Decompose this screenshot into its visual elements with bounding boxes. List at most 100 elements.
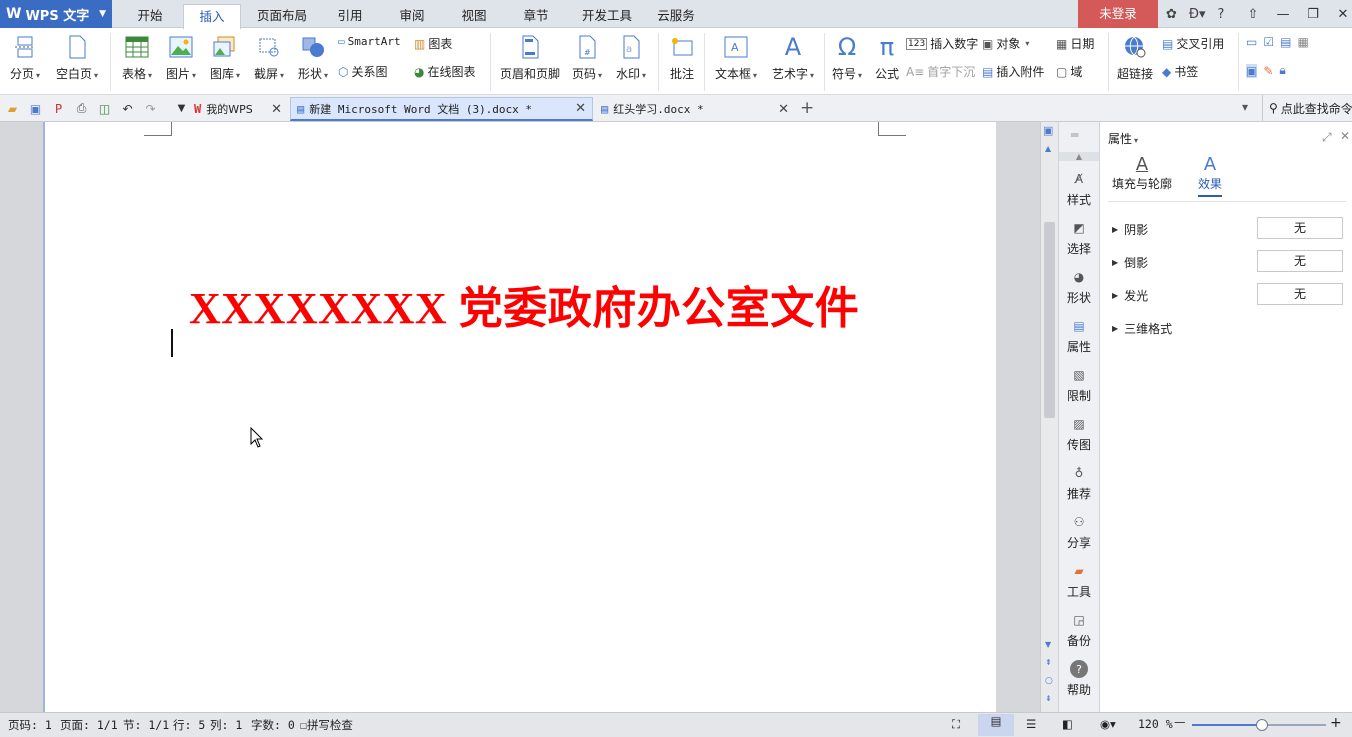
shadow-select[interactable]: 无: [1257, 217, 1343, 239]
sidebar-item-style[interactable]: A̸ 样式: [1059, 170, 1099, 208]
status-section[interactable]: 节: 1/1: [123, 717, 169, 733]
tab-insert[interactable]: 插入: [183, 4, 241, 29]
status-page-code[interactable]: 页码: 1: [8, 717, 52, 733]
spell-check-toggle[interactable]: ☐拼写检查: [300, 717, 353, 733]
tab-document-1[interactable]: ▤ 新建 Microsoft Word 文档 (3).docx * ✕: [290, 97, 593, 121]
shape-button[interactable]: 形状 ▾: [294, 29, 332, 82]
watermark-button[interactable]: a 水印 ▾: [612, 29, 650, 82]
red-header-title[interactable]: XXXXXXXX 党委政府办公室文件: [189, 272, 859, 336]
close-icon[interactable]: ✕: [1328, 7, 1352, 22]
form-check-icon[interactable]: ☑: [1263, 35, 1274, 49]
fullscreen-icon[interactable]: ⛶: [952, 717, 960, 732]
sidebar-item-shape[interactable]: ◕ 形状: [1059, 268, 1099, 306]
document-page[interactable]: XXXXXXXX 党委政府办公室文件: [43, 122, 996, 712]
export-pdf-icon[interactable]: P: [50, 100, 67, 117]
tab-section[interactable]: 章节: [512, 4, 560, 28]
close-tab-icon[interactable]: ✕: [575, 101, 586, 116]
next-page-icon[interactable]: ⇟: [1045, 694, 1052, 703]
scroll-up-icon[interactable]: ▲: [1045, 144, 1051, 153]
web-view-icon[interactable]: ◧: [1062, 717, 1073, 731]
shadow-row[interactable]: ▶ 阴影: [1112, 221, 1148, 238]
prev-page-icon[interactable]: ⇞: [1045, 658, 1052, 667]
reflection-row[interactable]: ▶ 倒影: [1112, 254, 1148, 271]
print-icon[interactable]: ⎙: [73, 100, 90, 117]
skin-icon[interactable]: ✿: [1166, 7, 1177, 22]
sidebar-item-backup[interactable]: ◲ 备份: [1059, 611, 1099, 649]
comment-button[interactable]: 批注: [664, 29, 700, 82]
smartart-button[interactable]: ▭ SmartArt: [338, 35, 401, 48]
glow-select[interactable]: 无: [1257, 283, 1343, 305]
formula-button[interactable]: π 公式: [870, 29, 904, 82]
attachment-button[interactable]: ▤ 插入附件: [982, 63, 1044, 80]
page-number-button[interactable]: # 页码 ▾: [568, 29, 606, 82]
reflection-select[interactable]: 无: [1257, 250, 1343, 272]
command-search[interactable]: ⚲ 点此查找命令: [1262, 95, 1352, 121]
sidebar-item-select[interactable]: ◩ 选择: [1059, 219, 1099, 257]
redo-icon[interactable]: ↷: [142, 100, 159, 117]
eraser-icon[interactable]: ✎: [1263, 64, 1273, 78]
sidebar-item-help[interactable]: ? 帮助: [1059, 660, 1099, 698]
zoom-level[interactable]: 120 %: [1138, 717, 1173, 731]
header-footer-button[interactable]: 页眉和页脚: [498, 29, 562, 82]
upload-icon[interactable]: ⇧: [1238, 7, 1268, 22]
textbox-button[interactable]: A 文本框 ▾: [712, 29, 760, 82]
tab-home[interactable]: 开始: [122, 4, 178, 28]
outline-view-icon[interactable]: ☰: [1026, 717, 1036, 731]
help-menu-button[interactable]: ?: [1218, 7, 1225, 22]
panel-title-dropdown[interactable]: 属性 ▾: [1108, 130, 1138, 147]
object-button[interactable]: ▣ 对象 ▾: [982, 35, 1029, 52]
eye-protect-icon[interactable]: ◉▾: [1100, 717, 1116, 731]
tab-document-2[interactable]: ▤ 红头学习.docx * ✕: [595, 97, 795, 121]
sidebar-item-restrict[interactable]: ▧ 限制: [1059, 366, 1099, 404]
vertical-scrollbar[interactable]: ▣ ▲ ▼ ⇞ ○ ⇟: [1040, 122, 1058, 712]
undo-icon[interactable]: ↶: [119, 100, 136, 117]
print-preview-icon[interactable]: ◫: [96, 100, 113, 117]
minimize-icon[interactable]: —: [1268, 7, 1298, 22]
panel-pin-icon[interactable]: ⤢: [1322, 130, 1332, 145]
sidebar-item-recommend[interactable]: ♁ 推荐: [1059, 464, 1099, 502]
table-button[interactable]: 表格 ▾: [118, 29, 156, 82]
page-view-icon[interactable]: ▤: [978, 714, 1014, 736]
blank-page-button[interactable]: 空白页 ▾: [52, 29, 102, 82]
field-button[interactable]: ▢ 域: [1056, 63, 1082, 80]
zoom-slider[interactable]: [1192, 719, 1326, 731]
glow-row[interactable]: ▶ 发光: [1112, 287, 1148, 304]
zoom-in-icon[interactable]: +: [1330, 715, 1342, 731]
picture-button[interactable]: 图片 ▾: [162, 29, 200, 82]
cross-ref-button[interactable]: ▤ 交叉引用: [1162, 35, 1224, 52]
online-chart-button[interactable]: ◕ 在线图表: [414, 63, 476, 80]
scroll-thumb[interactable]: [1044, 222, 1055, 418]
lock-icon[interactable]: 🔒︎: [1279, 63, 1285, 78]
insert-number-button[interactable]: 123 插入数字: [906, 35, 978, 52]
relation-button[interactable]: ⬡ 关系图: [338, 63, 388, 80]
status-word-count[interactable]: 字数: 0: [251, 717, 295, 733]
symbol-button[interactable]: Ω 符号 ▾: [828, 29, 866, 82]
status-page[interactable]: 页面: 1/1: [60, 717, 118, 733]
tab-cloud[interactable]: 云服务: [648, 4, 704, 28]
panel-close-icon[interactable]: ✕: [1340, 129, 1350, 143]
restore-icon[interactable]: ❐: [1298, 7, 1328, 22]
form-more-icon[interactable]: ▦: [1297, 35, 1308, 49]
new-tab-icon[interactable]: +: [800, 98, 814, 118]
chart-button[interactable]: ▥ 图表: [414, 35, 452, 52]
login-button[interactable]: 未登录: [1078, 0, 1158, 28]
drop-cap-button[interactable]: A≡ 首字下沉: [906, 63, 975, 80]
panel-toggle-icon[interactable]: ▣: [1043, 124, 1053, 137]
tab-settings-icon[interactable]: ▾: [1242, 100, 1248, 114]
screenshot-button[interactable]: 截屏 ▾: [250, 29, 288, 82]
design-mode-icon[interactable]: ▣: [1246, 63, 1258, 78]
form-text-icon[interactable]: ▭: [1246, 35, 1257, 49]
tab-developer[interactable]: 开发工具: [574, 4, 640, 28]
save-icon[interactable]: ▣: [27, 100, 44, 117]
wordart-button[interactable]: A 艺术字 ▾: [768, 29, 818, 82]
sidebar-item-share[interactable]: ⚇ 分享: [1059, 513, 1099, 551]
zoom-out-icon[interactable]: —: [1174, 715, 1186, 729]
sidebar-item-upload-image[interactable]: ▨ 传图: [1059, 415, 1099, 453]
tab-references[interactable]: 引用: [326, 4, 374, 28]
tab-review[interactable]: 审阅: [388, 4, 436, 28]
tab-view[interactable]: 视图: [450, 4, 498, 28]
open-folder-icon[interactable]: ▰: [4, 100, 21, 117]
tab-page-layout[interactable]: 页面布局: [248, 4, 316, 28]
tab-my-wps[interactable]: W 我的WPS ✕: [188, 97, 288, 121]
page-break-button[interactable]: 分页 ▾: [8, 29, 42, 82]
